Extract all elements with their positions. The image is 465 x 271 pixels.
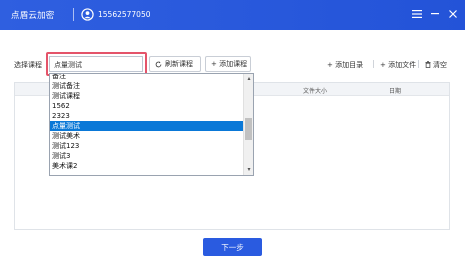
title-separator [73, 8, 74, 21]
app-title: 点盾云加密 [11, 11, 55, 21]
add-course-label: + 添加课程 [211, 60, 248, 68]
next-step-button[interactable]: 下一步 [203, 238, 262, 256]
minimize-icon[interactable] [428, 7, 442, 21]
dropdown-item-selected[interactable]: 点量测试 [50, 121, 244, 131]
refresh-icon [155, 60, 162, 67]
dropdown-item[interactable]: 测试课程 [50, 91, 244, 101]
clear-label: 清空 [433, 61, 447, 69]
add-directory-button[interactable]: + 添加目录 [327, 60, 363, 70]
dropdown-item[interactable]: 测试美术 [50, 131, 244, 141]
dropdown-items: 备注 测试备注 测试课程 1562 2323 点量测试 测试美术 测试123 测… [50, 74, 244, 171]
refresh-course-button[interactable]: 刷新课程 [149, 56, 201, 72]
course-dropdown-list[interactable]: 备注 测试备注 测试课程 1562 2323 点量测试 测试美术 测试123 测… [49, 73, 254, 176]
dropdown-item[interactable]: 1562 [50, 101, 244, 111]
toolbar-divider [373, 60, 374, 68]
refresh-course-label: 刷新课程 [165, 60, 193, 68]
scrollbar-thumb[interactable] [245, 118, 252, 140]
trash-icon [425, 61, 431, 68]
dropdown-item[interactable]: 测试3 [50, 151, 244, 161]
title-bar: 点盾云加密 15562577050 [0, 0, 465, 30]
scroll-up-icon[interactable]: ▴ [245, 75, 253, 83]
dropdown-item[interactable]: 备注 [50, 74, 244, 81]
close-icon[interactable] [446, 7, 460, 21]
clear-button[interactable]: 清空 [425, 60, 447, 70]
column-file-size: 文件大小 [303, 88, 328, 95]
dropdown-item[interactable]: 2323 [50, 111, 244, 121]
dropdown-item[interactable]: 测试备注 [50, 81, 244, 91]
column-date: 日期 [389, 88, 402, 95]
add-file-button[interactable]: + 添加文件 [380, 60, 416, 70]
scroll-down-icon[interactable]: ▾ [245, 166, 253, 174]
dropdown-item[interactable]: 美术课2 [50, 161, 244, 171]
user-circle-icon[interactable] [81, 8, 94, 21]
toolbar-divider [418, 60, 419, 68]
add-course-button[interactable]: + 添加课程 [205, 56, 251, 72]
select-course-label: 选择课程 [14, 61, 42, 69]
dropdown-item[interactable]: 测试123 [50, 141, 244, 151]
user-phone: 15562577050 [98, 9, 151, 19]
course-select[interactable]: 点量测试 [49, 56, 143, 72]
dropdown-scrollbar[interactable]: ▴ ▾ [243, 74, 253, 175]
hamburger-menu-icon[interactable] [410, 7, 424, 21]
